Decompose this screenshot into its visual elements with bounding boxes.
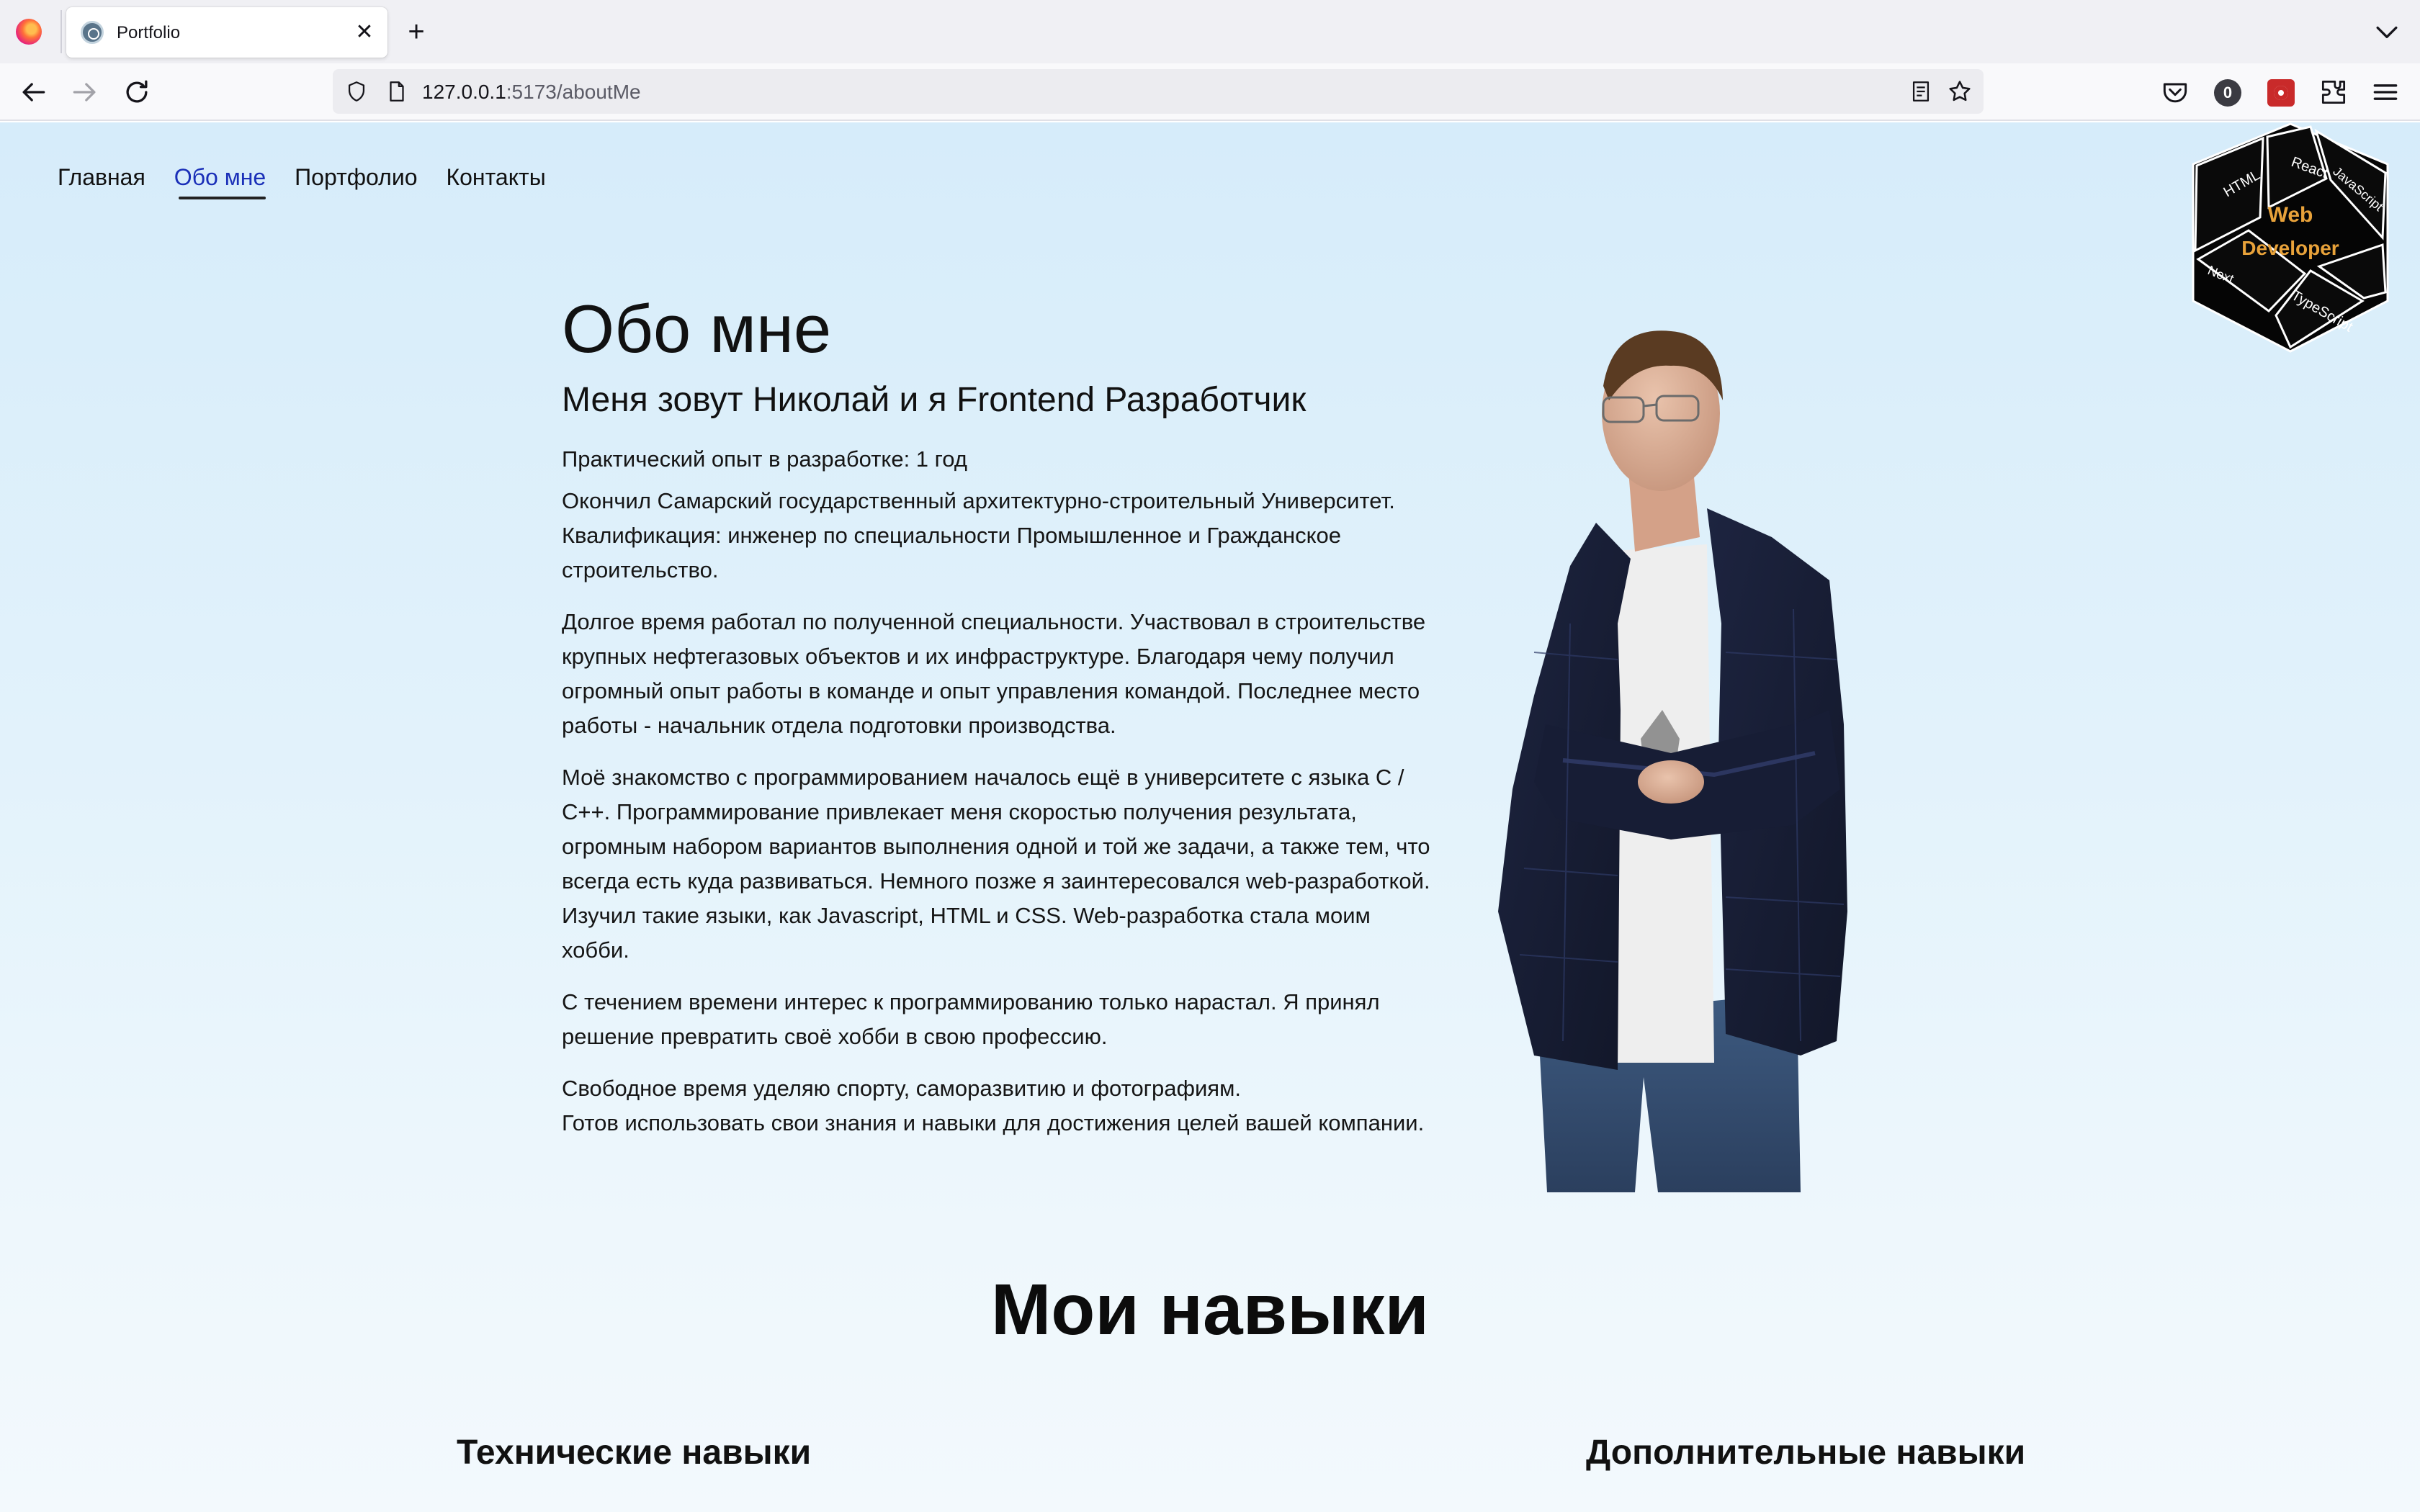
extensions-puzzle-icon[interactable]	[2318, 76, 2349, 108]
extension-badge-icon[interactable]: 0	[2214, 79, 2241, 107]
about-subtitle: Меня зовут Николай и я Frontend Разработ…	[562, 381, 1307, 419]
additional-skills-heading: Дополнительные навыки	[1586, 1434, 2026, 1472]
page-title: Обо мне	[562, 291, 832, 366]
url-text[interactable]: 127.0.0.1:5173/aboutMe	[422, 81, 641, 104]
browser-toolbar: 127.0.0.1:5173/aboutMe	[0, 63, 2420, 121]
close-icon[interactable]: ✕	[351, 19, 377, 45]
about-decision: С течением времени интерес к программиро…	[562, 989, 1380, 1049]
nav-link-portfolio[interactable]: Портфолио	[295, 164, 417, 191]
page-content: Главная Обо мне Портфолио Контакты HTML …	[0, 122, 2420, 1512]
tab-separator	[60, 10, 62, 53]
back-arrow-icon[interactable]	[17, 76, 49, 108]
about-ready: Готов использовать свои знания и навыки …	[562, 1110, 1425, 1135]
logo-text-developer: Developer	[2241, 237, 2339, 259]
about-experience: Практический опыт в разработке: 1 год	[562, 446, 967, 472]
profile-photo	[1498, 330, 1847, 1192]
about-career: Долгое время работал по полученной специ…	[562, 609, 1426, 738]
forward-arrow-icon[interactable]	[69, 76, 101, 108]
about-free-time: Свободное время уделяю спорту, саморазви…	[562, 1076, 1242, 1101]
tab-title: Portfolio	[117, 23, 181, 42]
browser-tab-bar: Portfolio ✕ +	[0, 0, 2420, 63]
web-developer-cube-logo[interactable]: HTML React JavaScript TypeScript Next We…	[2182, 122, 2398, 353]
shield-icon[interactable]	[344, 79, 369, 104]
star-icon[interactable]	[1946, 78, 1973, 105]
browser-tab-active[interactable]: Portfolio ✕	[66, 7, 387, 58]
firefox-logo-icon[interactable]	[16, 19, 42, 45]
plus-icon[interactable]: +	[400, 16, 432, 48]
url-path: :5173/aboutMe	[506, 81, 641, 103]
skills-title: Мои навыки	[990, 1269, 1430, 1350]
tab-favicon-icon	[81, 21, 104, 44]
pocket-icon[interactable]	[2159, 76, 2191, 108]
about-programming: Моё знакомство с программированием начал…	[562, 765, 1430, 963]
reader-view-icon[interactable]	[1909, 79, 1933, 104]
nav-link-about[interactable]: Обо мне	[174, 164, 266, 199]
chevron-down-icon[interactable]	[2371, 16, 2403, 48]
extension-red-icon[interactable]	[2267, 79, 2295, 107]
site-navigation: Главная Обо мне Портфолио Контакты	[58, 164, 546, 199]
hamburger-menu-icon[interactable]	[2370, 76, 2401, 108]
reload-icon[interactable]	[121, 76, 153, 108]
technical-skills-heading: Технические навыки	[457, 1434, 812, 1472]
about-section: Обо мне Меня зовут Николай и я Frontend …	[562, 289, 1433, 1140]
nav-link-contacts[interactable]: Контакты	[446, 164, 545, 191]
nav-link-home[interactable]: Главная	[58, 164, 145, 191]
url-host: 127.0.0.1	[422, 81, 506, 103]
page-icon[interactable]	[385, 79, 409, 104]
about-education: Окончил Самарский государственный архите…	[562, 488, 1395, 582]
address-bar[interactable]: 127.0.0.1:5173/aboutMe	[333, 69, 1984, 114]
logo-text-web: Web	[2268, 203, 2313, 227]
